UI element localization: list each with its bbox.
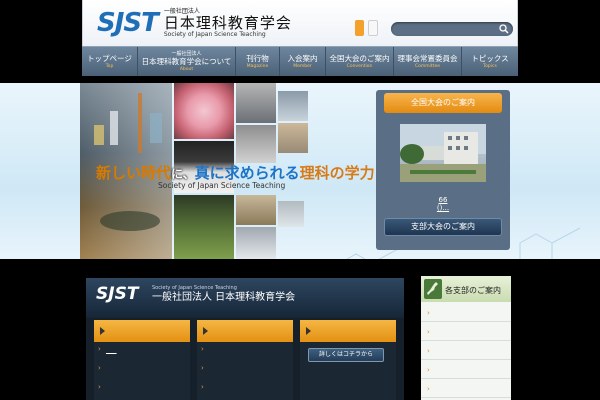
nav-sublabel: Top <box>105 63 114 69</box>
logo-english: Society of Japan Science Teaching <box>163 31 266 38</box>
hero-subtitle: Society of Japan Science Teaching <box>158 181 286 190</box>
nav-label: 理事会常置委員会 <box>397 53 458 63</box>
sidebar-item[interactable]: › <box>421 361 511 379</box>
nav-sublabel: Topics <box>483 63 497 69</box>
conference-link-2[interactable]: ()... <box>376 204 510 212</box>
sidebar-item[interactable]: › <box>421 304 511 322</box>
nav-label: トピックス <box>471 53 509 63</box>
sidebar-item[interactable]: › <box>421 342 511 360</box>
nav-sublabel: Committee <box>415 63 440 69</box>
nav-label: トップページ <box>87 53 132 63</box>
arrow-icon: › <box>427 385 430 393</box>
sidebar-item[interactable]: › <box>421 323 511 341</box>
nav-sublabel: Magazine <box>246 63 269 69</box>
nav-label: 日本理科教育学会について <box>141 56 232 66</box>
leaf-photo <box>174 195 234 259</box>
news-column-2: › › › <box>197 320 293 400</box>
petri-dish-photo <box>174 83 234 139</box>
arrow-icon: › <box>427 366 430 374</box>
lab-photo-3 <box>236 195 276 225</box>
tagline-part-b: に、 <box>171 167 195 181</box>
banner-english: Society of Japan Science Teaching <box>152 285 237 291</box>
banner-name: 一般社団法人 日本理科教育学会 <box>152 292 296 303</box>
arrow-icon <box>100 327 105 335</box>
arrow-icon: › <box>427 347 430 355</box>
conference-title-button[interactable]: 全国大会のご案内 <box>384 93 502 113</box>
tagline-part-c: 真に求められる <box>194 164 300 182</box>
logo-mark: SJST <box>97 8 159 38</box>
nav-sublabel: Convention <box>346 63 373 69</box>
search-icon[interactable] <box>499 24 509 34</box>
column-body: › › › <box>197 342 293 400</box>
bullet-icon: › <box>98 383 101 391</box>
bullet-icon: › <box>201 383 204 391</box>
nav-item-about[interactable]: 一般社団法人 日本理科教育学会について About <box>138 47 236 76</box>
column-header[interactable] <box>94 320 190 342</box>
bullet-icon: › <box>98 345 101 353</box>
sidebar-title: 各支部のご案内 <box>445 286 501 295</box>
tagline-part-e: 理科の学力 <box>299 164 375 182</box>
logo-text: 一般社団法人 日本理科教育学会 Society of Japan Science… <box>164 8 292 38</box>
lab-photo-6 <box>278 123 308 153</box>
lab-photo-5 <box>278 91 308 121</box>
nav-label: 入会案内 <box>287 53 318 63</box>
nav-item-magazine[interactable]: 刊行物 Magazine <box>236 47 280 76</box>
nav-sublabel: Member <box>293 63 312 69</box>
search-box <box>391 22 513 42</box>
bullet-icon: › <box>98 364 101 372</box>
site-logo[interactable]: SJST 一般社団法人 日本理科教育学会 Society of Japan Sc… <box>97 8 292 42</box>
nav-item-committee[interactable]: 理事会常置委員会 Committee <box>394 47 462 76</box>
column-body: 詳しくはコチラから <box>300 342 396 400</box>
tagline-part-a: 新しい時代 <box>96 164 172 182</box>
lab-photo-1 <box>236 83 276 123</box>
conference-link-1[interactable]: 66 <box>376 196 510 204</box>
nav-item-topics[interactable]: トピックス Topics <box>462 47 518 76</box>
conference-box: 全国大会のご案内 66 ()... 支部大会のご案内 <box>376 90 510 250</box>
building-icon <box>400 124 486 182</box>
orange-style-button[interactable] <box>355 20 364 36</box>
arrow-icon: › <box>427 309 430 317</box>
hero-tagline: 新しい時代 に、 真に求められる 理科の学力 <box>96 162 375 183</box>
nav-sublabel: About <box>179 66 194 72</box>
sidebar-header: 各支部のご案内 <box>421 276 511 302</box>
lab-photo-7 <box>278 201 304 227</box>
white-style-button[interactable] <box>368 20 378 36</box>
bullet-icon: › <box>201 345 204 353</box>
arrow-icon <box>203 327 208 335</box>
nav-label: 刊行物 <box>246 53 269 63</box>
details-button[interactable]: 詳しくはコチラから <box>308 348 384 362</box>
logo-name: 日本理科教育学会 <box>163 14 292 32</box>
lab-photo-4 <box>236 227 276 259</box>
news-column-1: › ___ › › <box>94 320 190 400</box>
main-banner: SJST Society of Japan Science Teaching 一… <box>86 278 404 318</box>
nav-item-member[interactable]: 入会案内 Member <box>280 47 326 76</box>
column-header[interactable] <box>197 320 293 342</box>
branch-conference-button[interactable]: 支部大会のご案内 <box>384 218 502 236</box>
banner-logo: SJST <box>96 284 139 304</box>
bullet-icon: › <box>201 364 204 372</box>
main-content: SJST Society of Japan Science Teaching 一… <box>86 278 404 400</box>
japan-map-icon <box>424 279 442 299</box>
site-header: SJST 一般社団法人 日本理科教育学会 Society of Japan Sc… <box>82 0 518 46</box>
sidebar-item[interactable]: › <box>421 380 511 398</box>
column-header[interactable] <box>300 320 396 342</box>
nav-item-top[interactable]: トップページ Top <box>82 47 138 76</box>
arrow-icon: › <box>427 328 430 336</box>
search-input[interactable] <box>391 27 513 42</box>
nav-item-convention[interactable]: 全国大会のご案内 Convention <box>326 47 394 76</box>
nav-label: 全国大会のご案内 <box>329 53 390 63</box>
news-link[interactable]: ___ <box>106 346 117 354</box>
news-column-3: 詳しくはコチラから <box>300 320 396 400</box>
main-nav: トップページ Top 一般社団法人 日本理科教育学会について About 刊行物… <box>82 46 518 76</box>
branch-sidebar: 各支部のご案内 › › › › › <box>421 276 511 400</box>
column-body: › ___ › › <box>94 342 190 400</box>
lab-photo-2 <box>236 125 276 163</box>
conference-venue-photo[interactable] <box>400 124 486 182</box>
arrow-icon <box>306 327 311 335</box>
